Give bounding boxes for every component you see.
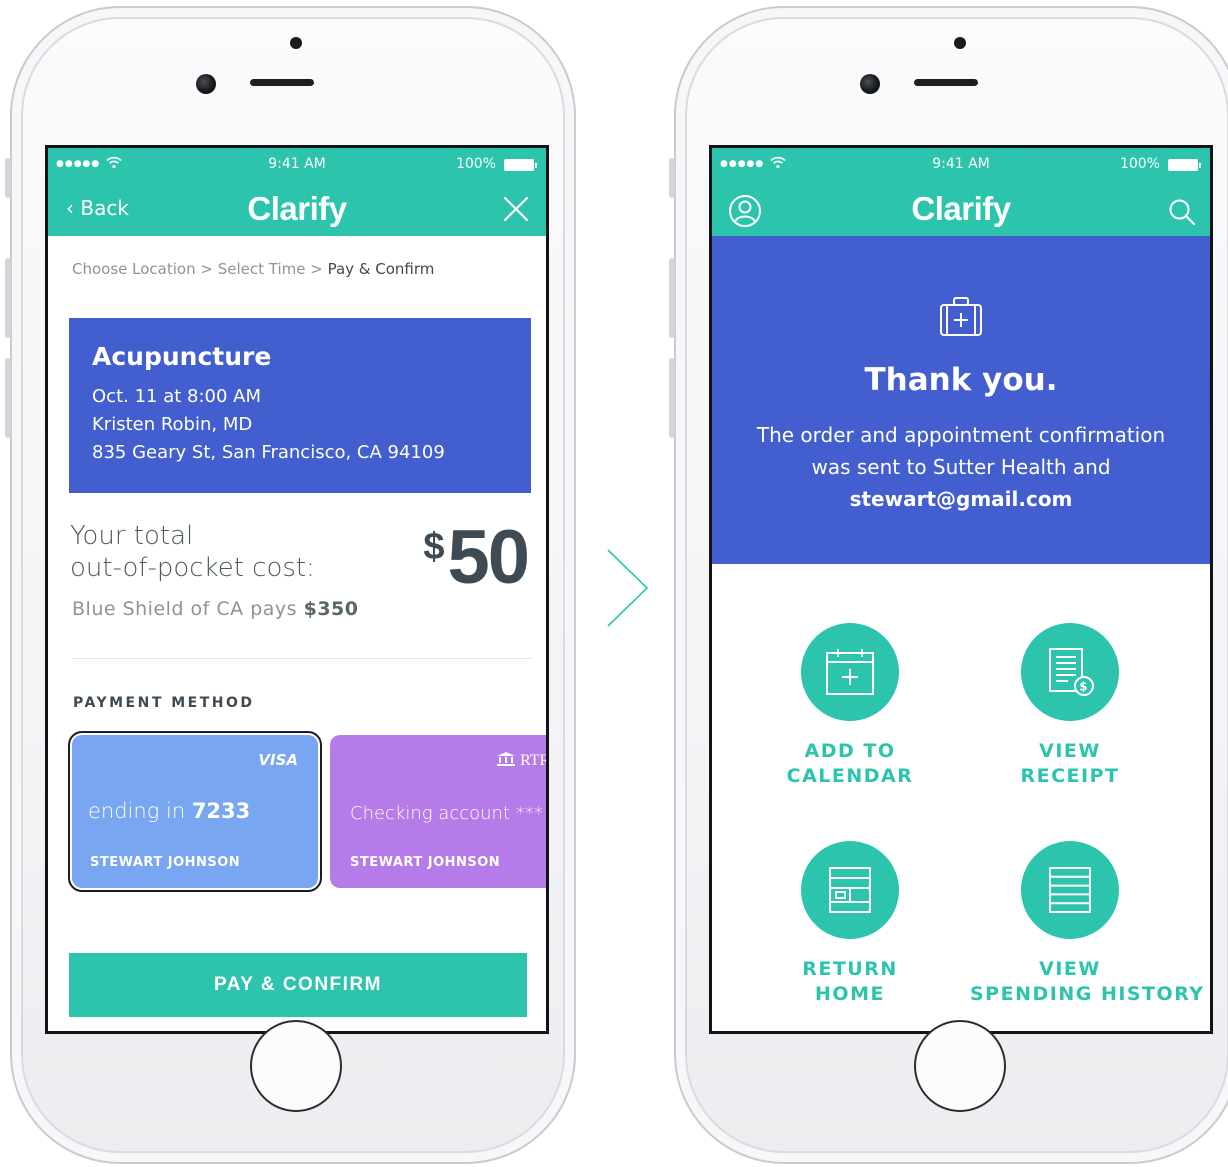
- cost-label: Your total out-of-pocket cost:: [70, 520, 315, 584]
- volume-down-button: [5, 358, 11, 438]
- proximity-sensor: [290, 37, 302, 49]
- appointment-summary-card: Acupuncture Oct. 11 at 8:00 AM Kristen R…: [69, 318, 531, 493]
- svg-text:$: $: [1079, 680, 1089, 694]
- list-icon: [1049, 867, 1091, 913]
- add-to-calendar-button[interactable]: ADD TO CALENDAR: [750, 623, 950, 789]
- breadcrumb: Choose Location > Select Time > Pay & Co…: [72, 260, 434, 278]
- screen-confirmation: ●●●●● 9:41 AM 100% Clarify Thank you. Th…: [709, 145, 1213, 1034]
- battery-icon: [504, 159, 537, 171]
- currency-symbol: $: [423, 526, 445, 568]
- view-receipt-label-1: VIEW: [1039, 740, 1101, 762]
- chevron-right-icon: [607, 549, 649, 627]
- cost-value: 50: [447, 515, 530, 600]
- payment-card-visa[interactable]: VISA ending in 7233 STEWART JOHNSON: [68, 731, 322, 892]
- pay-confirm-button[interactable]: PAY & CONFIRM: [69, 953, 527, 1017]
- breadcrumb-separator: >: [195, 260, 218, 278]
- return-home-label-1: RETURN: [802, 958, 898, 980]
- home-button[interactable]: [250, 1020, 342, 1112]
- view-spending-history-button[interactable]: VIEW SPENDING HISTORY: [970, 841, 1205, 1007]
- mute-switch: [669, 158, 675, 198]
- return-home-circle: [801, 841, 899, 939]
- screen-pay-confirm: ●●●●● 9:41 AM 100% ‹ Back Clarify Choose…: [45, 145, 549, 1034]
- nav-bar: ●●●●● 9:41 AM 100% Clarify: [712, 148, 1210, 236]
- app-logo: Clarify: [247, 190, 347, 227]
- cost-label-line2: out-of-pocket cost:: [70, 553, 315, 583]
- payment-card-bank[interactable]: RTR Ban Checking account *** STEWART JOH…: [330, 735, 549, 888]
- appointment-datetime: Oct. 11 at 8:00 AM: [92, 386, 261, 407]
- add-to-calendar-label-1: ADD TO: [804, 740, 896, 762]
- confirmation-email: stewart@gmail.com: [849, 487, 1073, 511]
- add-to-calendar-label-2: CALENDAR: [786, 765, 914, 787]
- earpiece-speaker: [250, 79, 314, 86]
- close-icon[interactable]: [502, 195, 530, 223]
- breadcrumb-current: Pay & Confirm: [327, 260, 435, 278]
- status-bar: ●●●●● 9:41 AM 100%: [720, 156, 1202, 174]
- view-receipt-button[interactable]: $ VIEW RECEIPT: [970, 623, 1170, 789]
- insurer-pays: Blue Shield of CA pays $350: [72, 598, 358, 620]
- search-icon[interactable]: [1168, 198, 1196, 226]
- bank-icon: [497, 752, 516, 766]
- appointment-address: 835 Geary St, San Francisco, CA 94109: [92, 442, 445, 463]
- breadcrumb-choose-location[interactable]: Choose Location: [72, 260, 196, 278]
- card-ending: ending in 7233: [88, 799, 250, 823]
- proximity-sensor: [954, 37, 966, 49]
- battery-icon: [1168, 159, 1201, 171]
- earpiece-speaker: [914, 79, 978, 86]
- bank-logo: RTR Ban: [496, 751, 549, 770]
- confirmation-message-text: The order and appointment confirmation w…: [756, 423, 1166, 479]
- home-layout-icon: [829, 867, 871, 913]
- payment-method-label: PAYMENT METHOD: [73, 695, 255, 711]
- card-holder: STEWART JOHNSON: [90, 855, 241, 870]
- receipt-icon: $: [1049, 648, 1094, 696]
- cost-label-line1: Your total: [70, 521, 194, 551]
- view-receipt-label-2: RECEIPT: [1020, 765, 1120, 787]
- confirmation-banner: Thank you. The order and appointment con…: [712, 236, 1210, 564]
- breadcrumb-separator: >: [305, 260, 328, 278]
- visa-logo: VISA: [258, 751, 298, 769]
- view-spending-history-label-2: SPENDING HISTORY: [970, 983, 1205, 1005]
- account-ending: Checking account ***: [350, 803, 543, 824]
- status-bar: ●●●●● 9:41 AM 100%: [56, 156, 538, 174]
- view-receipt-circle: $: [1021, 623, 1119, 721]
- card-ending-digits: 7233: [191, 799, 251, 823]
- front-camera: [196, 74, 216, 94]
- volume-up-button: [5, 258, 11, 338]
- insurer-pays-amount: $350: [303, 598, 359, 620]
- cost-amount: $50: [423, 514, 530, 601]
- return-home-button[interactable]: RETURN HOME: [750, 841, 950, 1007]
- card-ending-label: ending in: [88, 799, 186, 823]
- breadcrumb-select-time[interactable]: Select Time: [218, 260, 306, 278]
- view-spending-history-label-1: VIEW: [1039, 958, 1101, 980]
- return-home-label-2: HOME: [815, 983, 885, 1005]
- volume-up-button: [669, 258, 675, 338]
- home-button[interactable]: [914, 1020, 1006, 1112]
- service-name: Acupuncture: [92, 342, 272, 371]
- provider-name: Kristen Robin, MD: [92, 414, 253, 435]
- medical-kit-icon: [940, 297, 982, 336]
- confirmation-message: The order and appointment confirmation w…: [742, 419, 1180, 515]
- front-camera: [860, 74, 880, 94]
- calendar-add-icon: [826, 649, 874, 695]
- thank-you-title: Thank you.: [864, 362, 1058, 398]
- bank-name: RTR Ban: [520, 752, 549, 769]
- volume-down-button: [669, 358, 675, 438]
- mute-switch: [5, 158, 11, 198]
- phone-frame-left: ●●●●● 9:41 AM 100% ‹ Back Clarify Choose…: [5, 6, 576, 1164]
- add-to-calendar-circle: [801, 623, 899, 721]
- divider: [72, 658, 532, 659]
- nav-bar: ●●●●● 9:41 AM 100% ‹ Back Clarify: [48, 148, 546, 236]
- account-holder: STEWART JOHNSON: [350, 855, 501, 870]
- insurer-pays-label: Blue Shield of CA pays: [72, 598, 298, 620]
- phone-frame-right: ●●●●● 9:41 AM 100% Clarify Thank you. Th…: [669, 6, 1228, 1164]
- app-logo: Clarify: [911, 190, 1011, 227]
- battery-percent: 100%: [1119, 156, 1160, 172]
- battery-percent: 100%: [455, 156, 496, 172]
- view-spending-history-circle: [1021, 841, 1119, 939]
